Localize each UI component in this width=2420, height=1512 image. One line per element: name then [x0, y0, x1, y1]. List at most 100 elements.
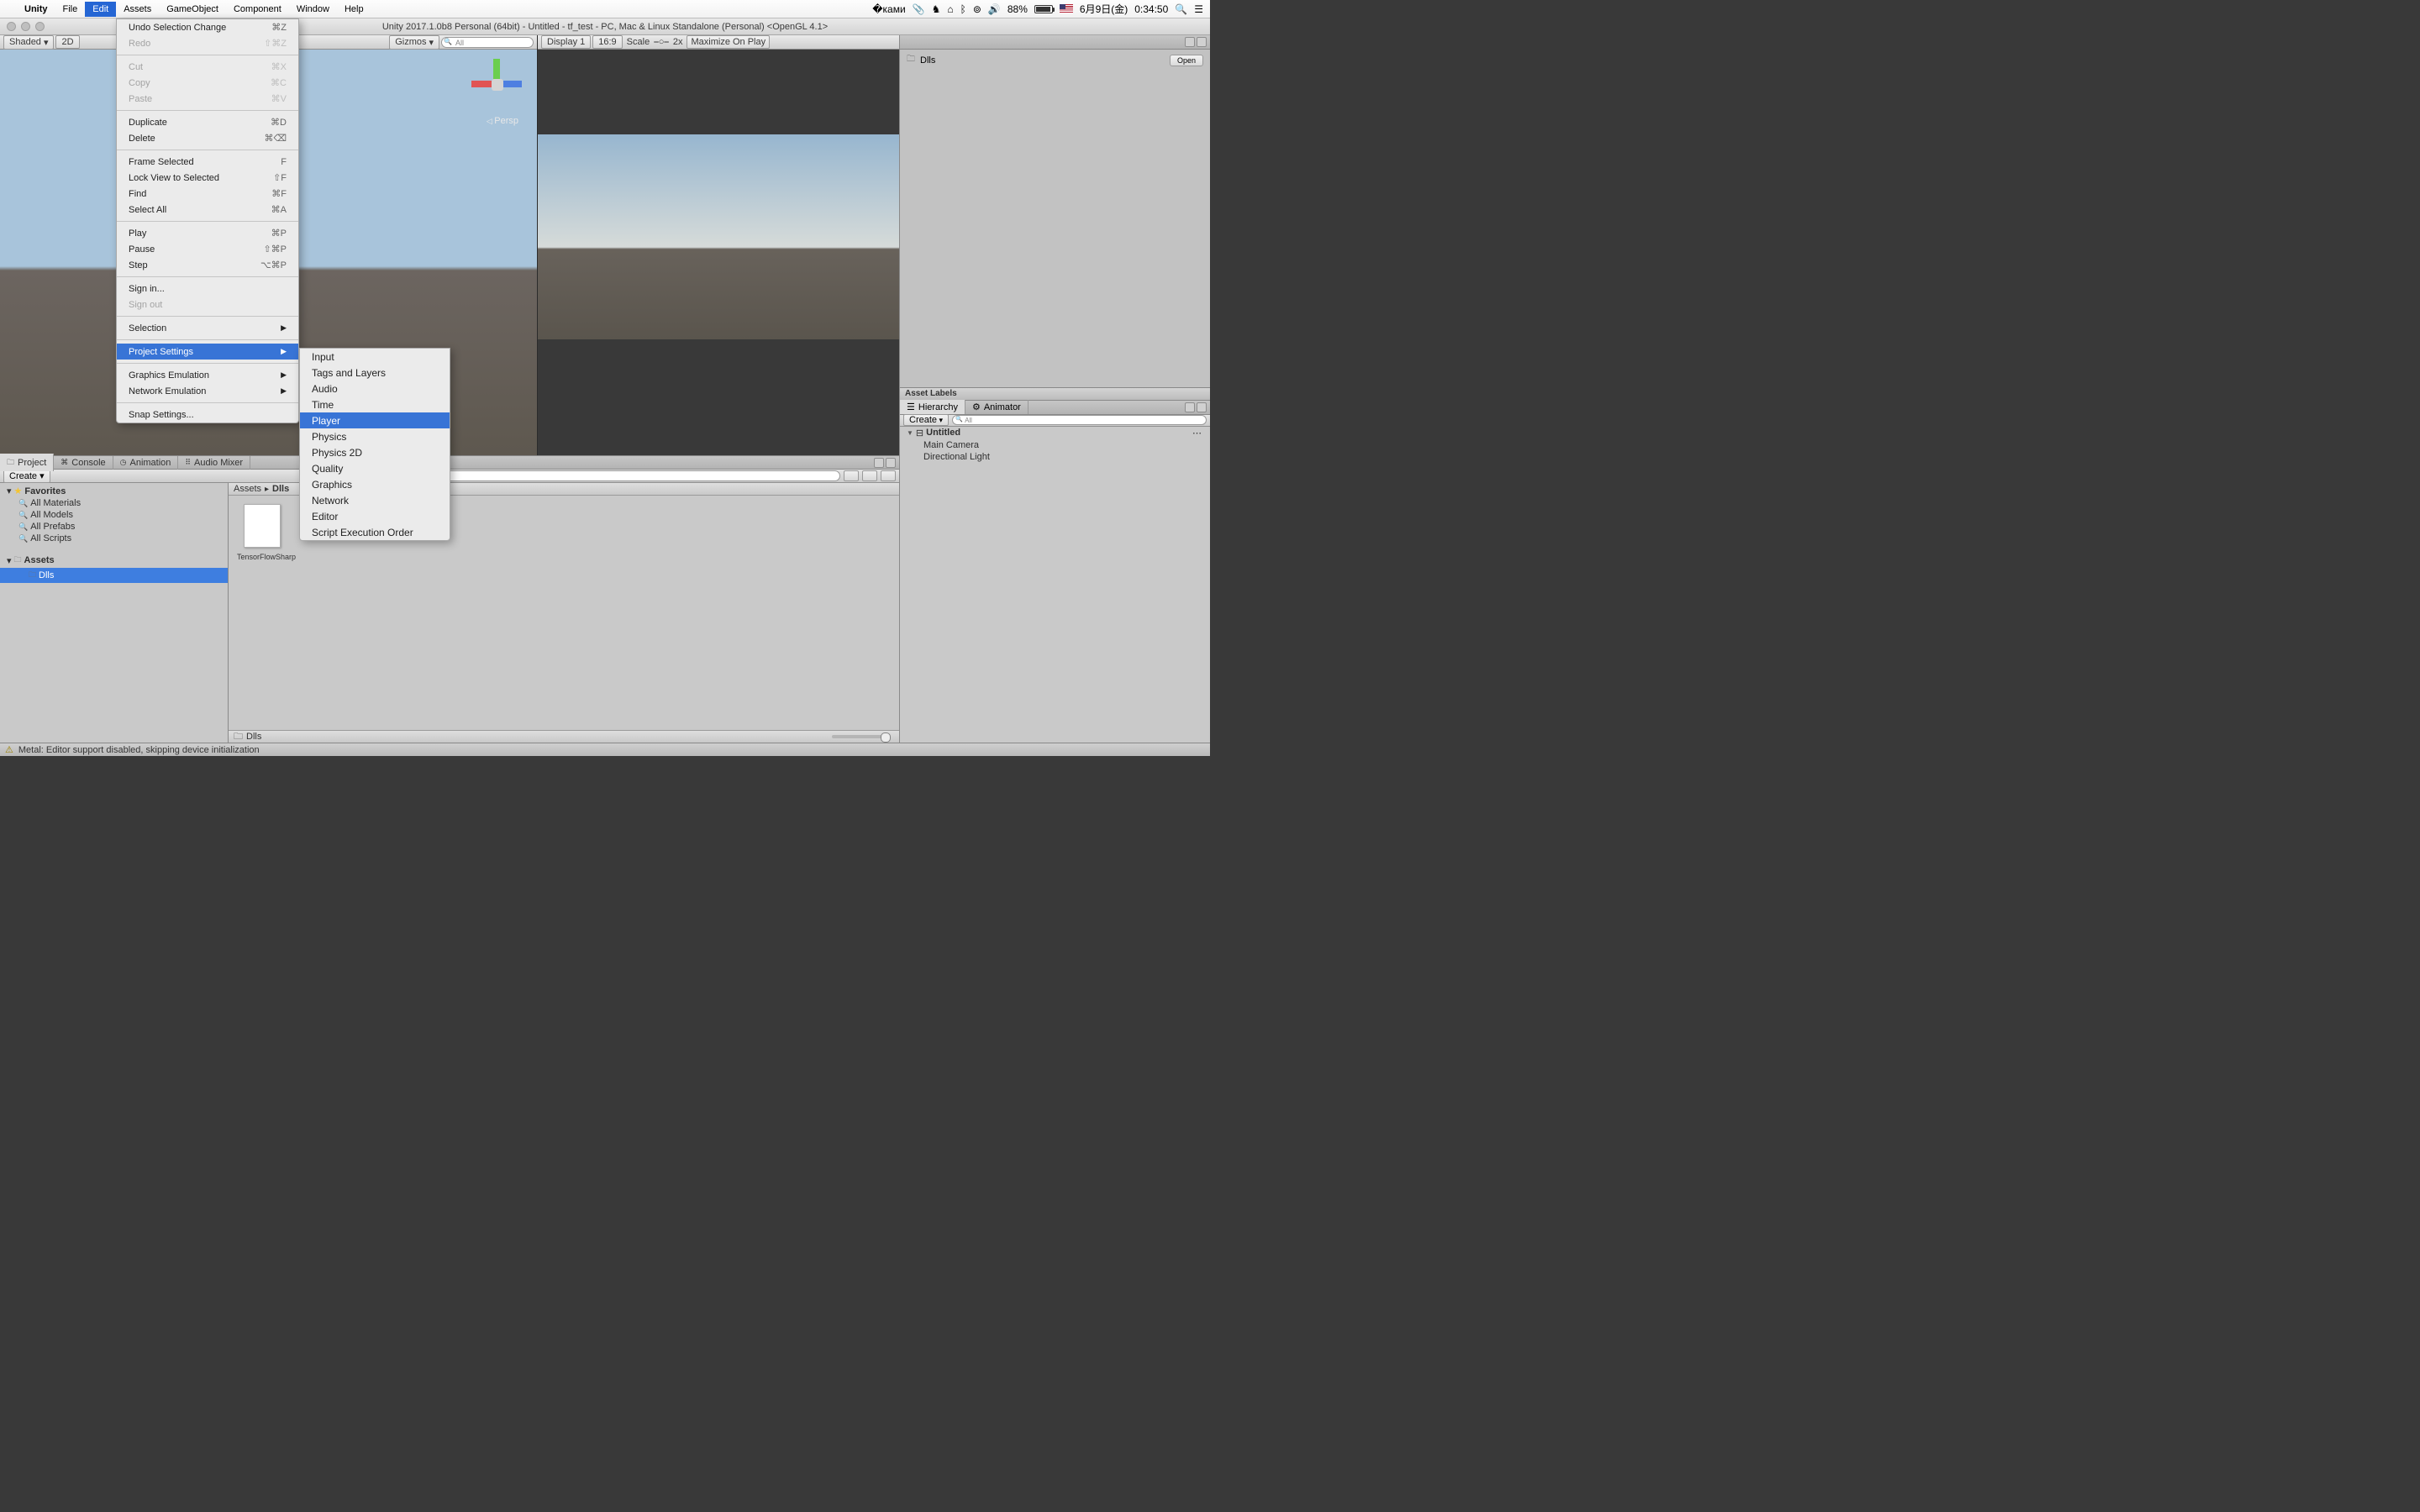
submenu-item-input[interactable]: Input	[300, 349, 450, 365]
submenu-item-tags-and-layers[interactable]: Tags and Layers	[300, 365, 450, 381]
hierarchy-main-camera[interactable]: Main Camera	[900, 439, 1210, 451]
fav-all-materials[interactable]: 🔍All Materials	[0, 497, 228, 509]
asset-tensorflowsharp[interactable]: TensorFlowSharp	[237, 504, 287, 561]
submenu-item-player[interactable]: Player	[300, 412, 450, 428]
warning-icon: ⚠	[5, 744, 13, 755]
menu-item-play[interactable]: Play⌘P	[117, 225, 298, 241]
spotlight-icon[interactable]: 🔍	[1175, 3, 1187, 15]
menu-item-snap-settings-[interactable]: Snap Settings...	[117, 407, 298, 423]
volume-icon[interactable]: 🔊	[988, 3, 1001, 15]
chess-icon[interactable]: ♞	[932, 3, 941, 15]
filter-button-2[interactable]	[862, 470, 877, 481]
wifi-icon[interactable]: ⊚	[973, 3, 981, 15]
favorites-header[interactable]: ▾★Favorites	[0, 485, 228, 497]
tab-console[interactable]: ⌘Console	[54, 456, 113, 470]
submenu-item-physics[interactable]: Physics	[300, 428, 450, 444]
gizmos-dropdown[interactable]: Gizmos ▾	[389, 35, 439, 50]
menu-item-find[interactable]: Find⌘F	[117, 186, 298, 202]
menu-item-sign-in-[interactable]: Sign in...	[117, 281, 298, 297]
menu-item-project-settings[interactable]: Project Settings▶	[117, 344, 298, 360]
close-button[interactable]	[7, 22, 16, 31]
hierarchy-directional-light[interactable]: Directional Light	[900, 451, 1210, 463]
grid-size-slider[interactable]	[832, 735, 891, 738]
menu-gameobject[interactable]: GameObject	[159, 2, 226, 17]
create-button[interactable]: Create ▾	[3, 469, 50, 483]
maximize-on-play[interactable]: Maximize On Play	[687, 35, 770, 49]
scene-node[interactable]: ▼⊟Untitled⋯	[900, 427, 1210, 439]
menu-item-lock-view-to-selected[interactable]: Lock View to Selected⇧F	[117, 170, 298, 186]
airplay-icon[interactable]: ⌂	[947, 3, 953, 15]
assets-header[interactable]: ▾🗀Assets	[0, 553, 228, 568]
submenu-item-network[interactable]: Network	[300, 492, 450, 508]
menu-item-undo-selection-change[interactable]: Undo Selection Change⌘Z	[117, 19, 298, 35]
asset-labels-header[interactable]: Asset Labels	[900, 387, 1210, 401]
submenu-item-quality[interactable]: Quality	[300, 460, 450, 476]
menu-edit[interactable]: Edit	[85, 2, 116, 17]
panel-menu-icon[interactable]	[886, 458, 896, 468]
menu-item-paste: Paste⌘V	[117, 91, 298, 107]
tab-animator[interactable]: ⚙Animator	[965, 400, 1028, 414]
persp-label[interactable]: ◁ Persp	[487, 116, 518, 126]
submenu-item-script-execution-order[interactable]: Script Execution Order	[300, 524, 450, 540]
submenu-item-editor[interactable]: Editor	[300, 508, 450, 524]
hierarchy-search[interactable]: All	[952, 415, 1207, 425]
menu-item-network-emulation[interactable]: Network Emulation▶	[117, 383, 298, 399]
battery-icon[interactable]	[1034, 5, 1053, 13]
tab-project[interactable]: 🗀Project	[0, 454, 54, 471]
search-icon: 🔍	[18, 499, 28, 508]
scene-search[interactable]: All	[441, 37, 534, 48]
menu-item-pause[interactable]: Pause⇧⌘P	[117, 241, 298, 257]
hierarchy-menu-icon[interactable]	[1197, 402, 1207, 412]
hierarchy-create-button[interactable]: Create ▾	[903, 414, 949, 426]
menu-item-selection[interactable]: Selection▶	[117, 320, 298, 336]
filter-button-1[interactable]	[844, 470, 859, 481]
star-icon: ★	[14, 486, 23, 496]
menu-item-select-all[interactable]: Select All⌘A	[117, 202, 298, 218]
submenu-item-graphics[interactable]: Graphics	[300, 476, 450, 492]
assets-dlls[interactable]: 🗀Dlls	[0, 568, 228, 583]
inspector-lock-icon[interactable]	[1185, 37, 1195, 47]
menu-item-delete[interactable]: Delete⌘⌫	[117, 130, 298, 146]
panel-lock-icon[interactable]	[874, 458, 884, 468]
attachment-icon[interactable]: 📎	[913, 3, 925, 15]
mac-menubar: Unity File Edit Assets GameObject Compon…	[0, 0, 1210, 18]
2d-toggle[interactable]: 2D	[55, 35, 79, 49]
submenu-item-time[interactable]: Time	[300, 396, 450, 412]
project-footer: 🗀 Dlls	[229, 730, 899, 743]
open-button[interactable]: Open	[1170, 55, 1203, 66]
dropbox-icon[interactable]: �ками	[872, 3, 905, 15]
tab-audio-mixer[interactable]: ⠿Audio Mixer	[178, 456, 250, 470]
menu-window[interactable]: Window	[289, 2, 337, 17]
menu-app[interactable]: Unity	[17, 2, 55, 17]
input-flag-icon[interactable]	[1060, 4, 1073, 13]
menu-component[interactable]: Component	[226, 2, 289, 17]
fav-all-models[interactable]: 🔍All Models	[0, 509, 228, 521]
inspector-menu-icon[interactable]	[1197, 37, 1207, 47]
zoom-button[interactable]	[35, 22, 45, 31]
scene-gizmo[interactable]	[471, 59, 522, 109]
aspect-dropdown[interactable]: 16:9	[592, 35, 622, 49]
submenu-item-physics-2d[interactable]: Physics 2D	[300, 444, 450, 460]
menu-item-frame-selected[interactable]: Frame SelectedF	[117, 154, 298, 170]
search-icon: 🔍	[18, 534, 28, 543]
submenu-item-audio[interactable]: Audio	[300, 381, 450, 396]
hierarchy-lock-icon[interactable]	[1185, 402, 1195, 412]
minimize-button[interactable]	[21, 22, 30, 31]
scale-slider[interactable]: ⎯○⎯	[654, 37, 669, 48]
menu-file[interactable]: File	[55, 2, 86, 17]
menu-item-cut: Cut⌘X	[117, 59, 298, 75]
menu-item-graphics-emulation[interactable]: Graphics Emulation▶	[117, 367, 298, 383]
display-dropdown[interactable]: Display 1	[541, 35, 591, 49]
filter-button-3[interactable]	[881, 470, 896, 481]
menu-item-duplicate[interactable]: Duplicate⌘D	[117, 114, 298, 130]
menu-item-step[interactable]: Step⌥⌘P	[117, 257, 298, 273]
notifications-icon[interactable]: ☰	[1194, 3, 1203, 15]
tab-hierarchy[interactable]: ☰Hierarchy	[900, 400, 965, 414]
fav-all-scripts[interactable]: 🔍All Scripts	[0, 533, 228, 544]
menu-assets[interactable]: Assets	[116, 2, 159, 17]
menu-help[interactable]: Help	[337, 2, 371, 17]
bluetooth-icon[interactable]: ᛒ	[960, 3, 966, 15]
tab-animation[interactable]: ◷Animation	[113, 456, 179, 470]
shading-dropdown[interactable]: Shaded ▾	[3, 35, 54, 50]
fav-all-prefabs[interactable]: 🔍All Prefabs	[0, 521, 228, 533]
